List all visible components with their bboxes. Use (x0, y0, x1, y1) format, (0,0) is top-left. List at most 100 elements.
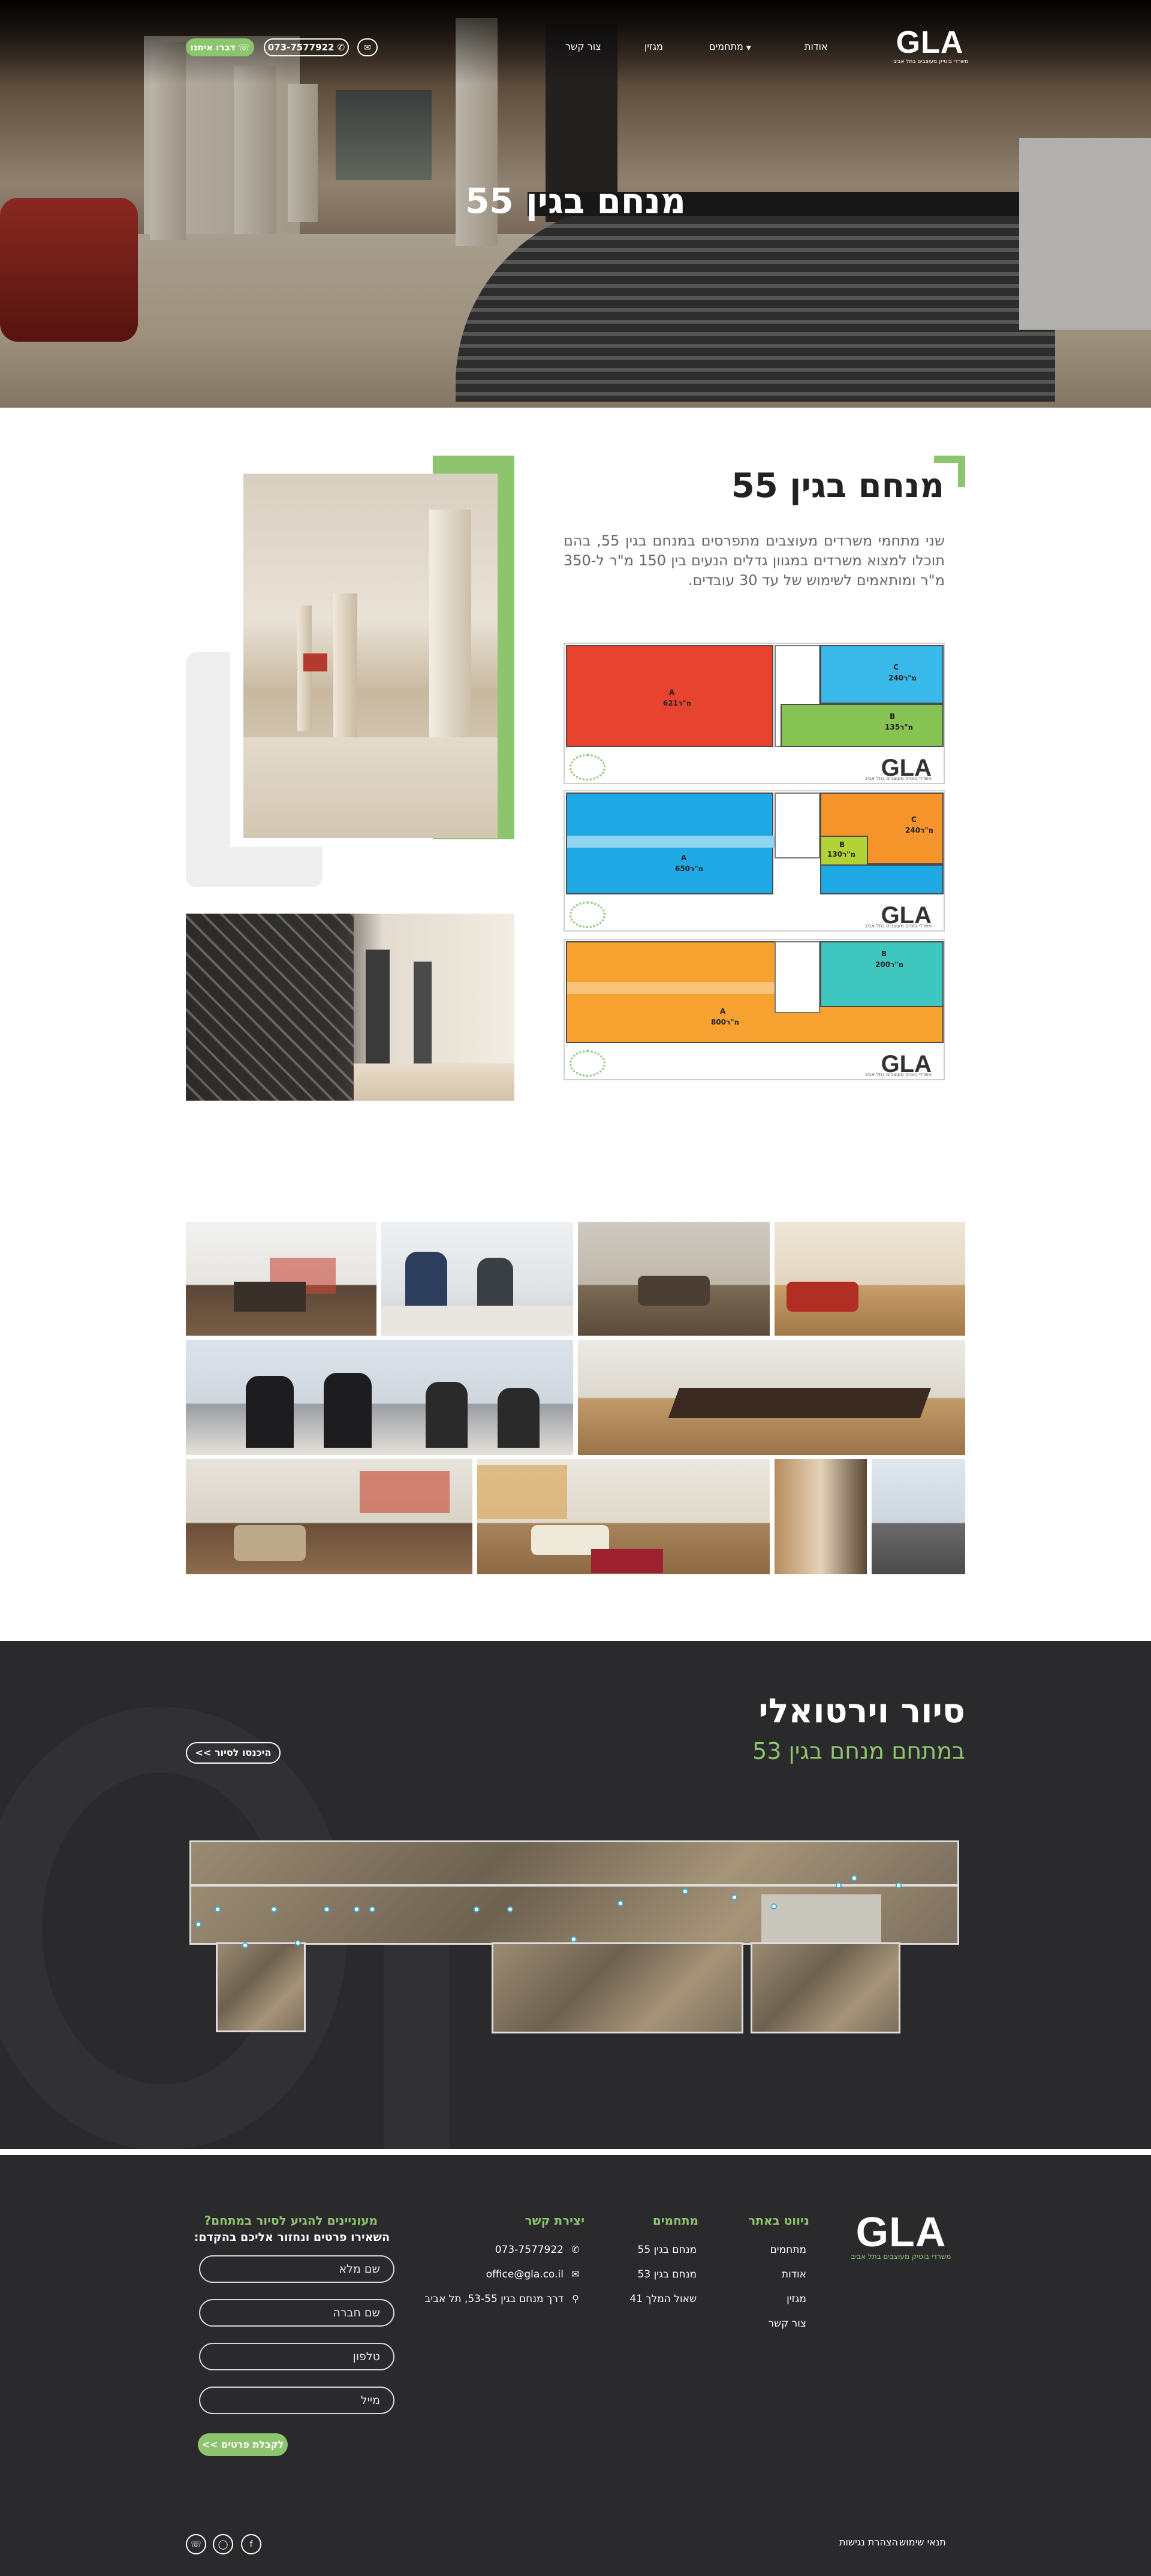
hero-title: מנחם בגין 55 (465, 180, 686, 221)
tour-hotspot[interactable] (571, 1936, 577, 1942)
tour-hotspot[interactable] (369, 1906, 375, 1912)
tour-hotspot[interactable] (324, 1906, 330, 1912)
nav-about[interactable]: אודות (805, 41, 828, 53)
whatsapp-icon[interactable]: ☏ (186, 2534, 206, 2554)
floorplan-footer: GLA משרדי בוטיק מעוצבים בתל אביב (565, 1047, 944, 1079)
whatsapp-label: דברו איתנו (190, 42, 236, 53)
floorplan-1[interactable]: A מ"ר621 C מ"ר240 B מ"ר135 GLA משרדי בוט… (564, 643, 945, 784)
phone-icon: ✆ (571, 2244, 580, 2255)
terms-link[interactable]: תנאי שימוש (899, 2536, 946, 2549)
intro-photo-lobby (243, 474, 498, 838)
nav-contact[interactable]: צור קשר (565, 41, 601, 53)
gallery-photo[interactable] (477, 1459, 770, 1574)
tour-hotspot[interactable] (507, 1906, 513, 1912)
footer-nav-heading: ניווט באתר (748, 2213, 809, 2228)
tour-hotspot[interactable] (295, 1940, 301, 1946)
tour-hotspot[interactable] (731, 1894, 737, 1900)
phone-icon: ✆ (337, 42, 345, 53)
tour-hotspot[interactable] (771, 1903, 777, 1909)
submit-button[interactable]: לקבלת פרטים >> (198, 2433, 288, 2456)
seal-icon (570, 754, 605, 781)
section-divider (0, 2149, 1151, 2155)
footer-complex-link[interactable]: שאול המלך 41 (617, 2292, 697, 2306)
seal-icon (570, 1050, 605, 1077)
tour-hotspot[interactable] (896, 1882, 902, 1888)
tour-hotspot[interactable] (215, 1906, 221, 1912)
gallery-photo[interactable] (186, 1222, 376, 1336)
tour-hotspot[interactable] (617, 1900, 623, 1906)
enter-tour-button[interactable]: היכנסו לסיור >> (186, 1742, 281, 1764)
footer-nav-link[interactable]: מגזין (746, 2292, 806, 2306)
tour-hotspot[interactable] (851, 1875, 857, 1881)
tour-hotspot[interactable] (195, 1921, 201, 1927)
tour-hotspot[interactable] (354, 1906, 360, 1912)
floorplan-core (775, 941, 820, 1013)
virtual-tour-subtitle: במתחם מנחם בגין 53 (752, 1738, 965, 1764)
company-input[interactable] (199, 2299, 394, 2327)
gallery-photo[interactable] (775, 1459, 867, 1574)
intro-title: מנחם בגין 55 (731, 466, 944, 505)
floorplan-area-c: C מ"ר240 (820, 645, 944, 704)
email-input[interactable] (199, 2387, 394, 2414)
tour-hotspot[interactable] (474, 1906, 480, 1912)
form-subheading: השאירו פרטים ונחזור אליכם בהקדם: (194, 2231, 390, 2244)
tour-hotspot[interactable] (271, 1906, 277, 1912)
floorplan-area-b: B מ"ר200 (820, 941, 944, 1007)
footer-complex-link[interactable]: מנחם בגין 55 (617, 2243, 697, 2256)
form-heading: מעוניינים להגיע לסיור במתחם? (204, 2213, 378, 2228)
footer-nav-link[interactable]: אודות (746, 2268, 806, 2281)
mail-icon: ✉ (571, 2268, 580, 2280)
footer-contact-address[interactable]: דרך מנחם בגין 53-55, תל אביב (414, 2292, 564, 2306)
tour-plan-top (189, 1840, 959, 1886)
footer-logo-mark: GLA (855, 2209, 947, 2255)
footer-nav-link[interactable]: מתחמים (746, 2243, 806, 2256)
seal-icon (570, 902, 605, 928)
gallery-photo[interactable] (186, 1459, 472, 1574)
nav-complexes[interactable]: מתחמים ▼ (709, 41, 751, 55)
footer-complex-link[interactable]: מנחם בגין 53 (617, 2268, 697, 2281)
instagram-icon[interactable]: ◯ (213, 2534, 233, 2554)
gallery-photo[interactable] (186, 1340, 573, 1455)
footer-logo[interactable]: GLA משרדי בוטיק מעוצבים בתל אביב (850, 2211, 952, 2261)
footer-contact-phone[interactable]: 073-7577922 (468, 2243, 564, 2256)
email-button[interactable]: ✉ (357, 38, 378, 56)
tour-hotspot[interactable] (682, 1888, 688, 1894)
tour-plan-wing (216, 1942, 306, 2032)
tour-hotspot[interactable] (836, 1882, 842, 1888)
site-logo[interactable]: GLA משרדי בוטיק מעוצבים בתל אביב (893, 25, 968, 68)
floorplan-area-b: B מ"ר135 (781, 704, 944, 747)
logo-mark: GLA (896, 25, 964, 60)
floorplan-area-a: A מ"ר650 (566, 793, 775, 894)
gallery-photo[interactable] (578, 1340, 965, 1455)
floorplan-footer: GLA משרדי בוטיק מעוצבים בתל אביב (565, 751, 944, 783)
tour-plan-open-area (761, 1894, 881, 1942)
gallery-photo[interactable] (775, 1222, 965, 1336)
gallery-photo[interactable] (872, 1459, 965, 1574)
footer-contact-email[interactable]: office@gla.co.il (468, 2268, 564, 2281)
accessibility-link[interactable]: הצהרת נגישות (839, 2536, 898, 2549)
footer-nav-link[interactable]: צור קשר (746, 2317, 806, 2330)
mail-icon: ✉ (364, 43, 371, 53)
floorplan-footer: GLA משרדי בוטיק מעוצבים בתל אביב (565, 898, 944, 930)
whatsapp-button[interactable]: דברו איתנו ☏ (186, 38, 254, 56)
footer-logo-tagline: משרדי בוטיק מעוצבים בתל אביב (851, 2252, 951, 2261)
floorplan-3[interactable]: A מ"ר800 B מ"ר200 GLA משרדי בוטיק מעוצבי… (564, 939, 945, 1080)
gallery-photo[interactable] (578, 1222, 770, 1336)
phone-input[interactable] (199, 2343, 394, 2370)
intro-photo-corridor (186, 914, 514, 1101)
floorplan-core (775, 793, 820, 858)
tour-hotspot[interactable] (242, 1942, 248, 1948)
floorplan-2[interactable]: A מ"ר650 C מ"ר240 B מ"ר130 GLA משרדי בוט… (564, 790, 945, 932)
nav-magazine[interactable]: מגזין (644, 41, 663, 53)
phone-button[interactable]: 073-7577922 ✆ (264, 38, 349, 56)
tour-plan-wing (751, 1942, 900, 2033)
floorplan-area-a: A מ"ר621 (566, 645, 773, 747)
gallery-photo[interactable] (381, 1222, 573, 1336)
footer-complexes-heading: מתחמים (652, 2213, 698, 2228)
whatsapp-icon: ☏ (238, 42, 250, 53)
intro-paragraph: שני מתחמי משרדים מעוצבים מתפרסים במנחם ב… (564, 532, 945, 589)
footer-contact-heading: יצירת קשר (525, 2213, 584, 2228)
name-input[interactable] (199, 2255, 394, 2283)
facebook-icon[interactable]: f (241, 2534, 261, 2554)
floorplan-logo-tagline: משרדי בוטיק מעוצבים בתל אביב (864, 1072, 932, 1077)
